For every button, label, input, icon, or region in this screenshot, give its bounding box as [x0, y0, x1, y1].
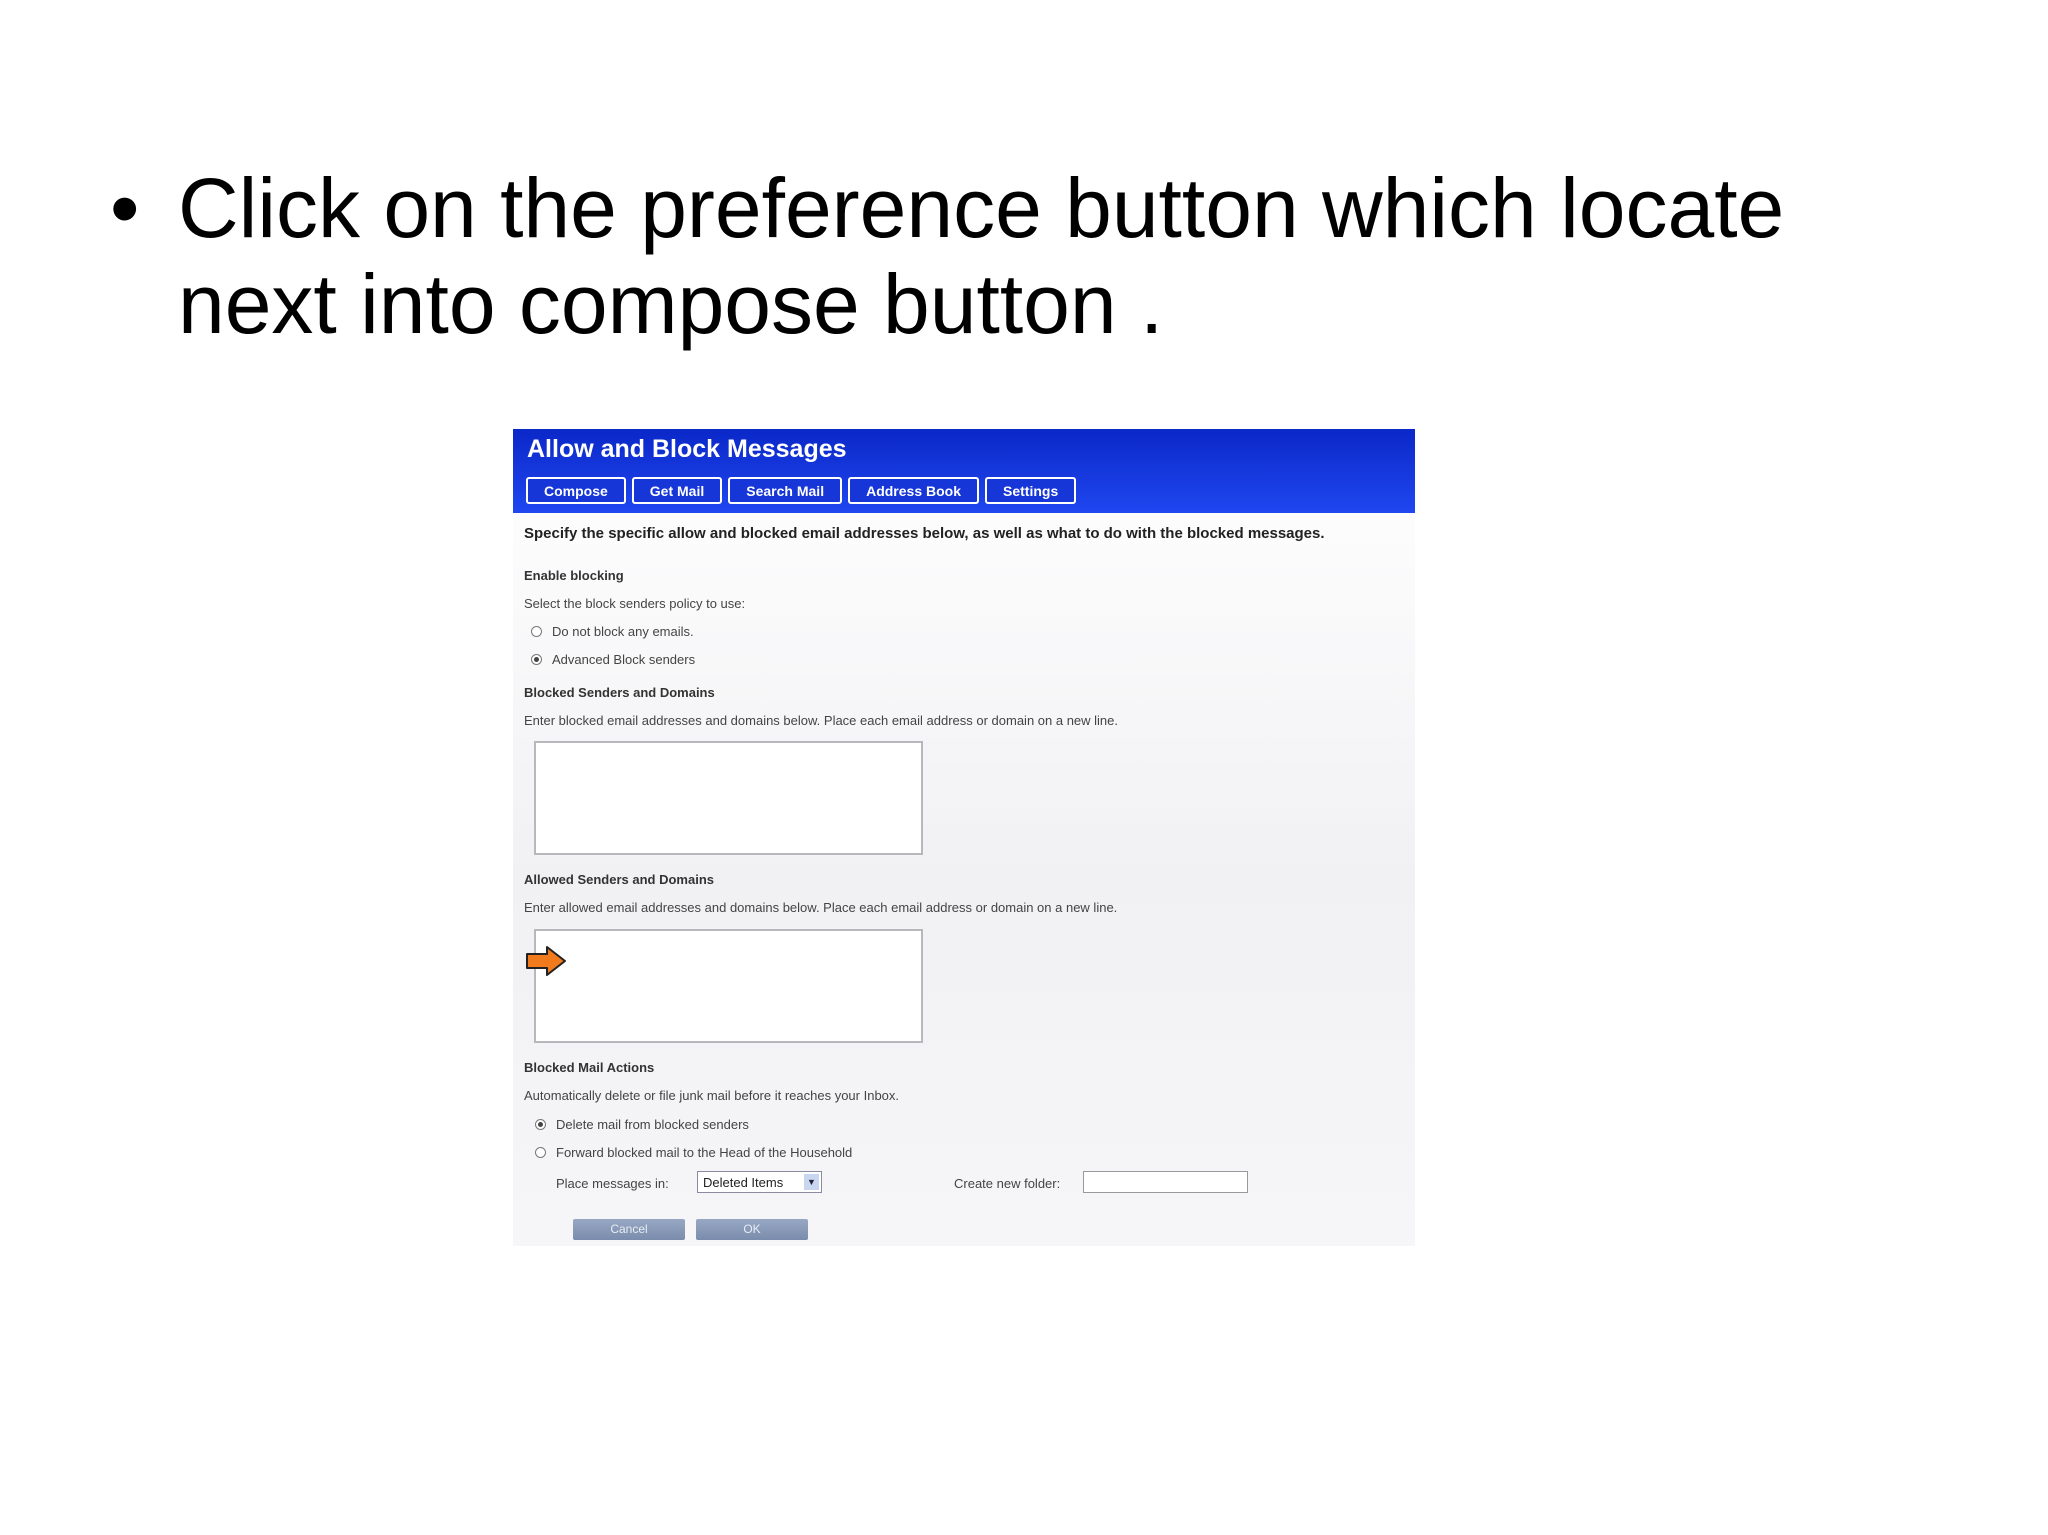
- slide-instruction: • Click on the preference button which l…: [110, 160, 1930, 352]
- blocked-senders-help: Enter blocked email addresses and domain…: [524, 713, 1119, 728]
- toolbar: Compose Get Mail Search Mail Address Boo…: [526, 477, 1077, 506]
- blocked-mail-actions-heading: Blocked Mail Actions: [524, 1060, 655, 1075]
- instruction-line-2: next into compose button .: [178, 257, 1164, 351]
- blocked-mail-actions-help: Automatically delete or file junk mail b…: [524, 1088, 900, 1103]
- allow-block-window: Allow and Block Messages Compose Get Mai…: [513, 429, 1415, 1246]
- radio-advanced-block-label: Advanced Block senders: [552, 652, 696, 667]
- radio-forward-mail-label: Forward blocked mail to the Head of the …: [556, 1145, 853, 1160]
- compose-button[interactable]: Compose: [526, 477, 626, 504]
- address-book-button[interactable]: Address Book: [848, 477, 980, 504]
- search-mail-button[interactable]: Search Mail: [728, 477, 843, 504]
- ok-button[interactable]: OK: [696, 1219, 808, 1240]
- cancel-button[interactable]: Cancel: [573, 1219, 685, 1240]
- window-title: Allow and Block Messages: [527, 435, 847, 463]
- place-messages-select[interactable]: Deleted Items ▼: [697, 1171, 822, 1193]
- radio-forward-mail-dot[interactable]: [535, 1147, 546, 1158]
- blocking-prompt: Select the block senders policy to use:: [524, 596, 746, 611]
- place-messages-label: Place messages in:: [556, 1176, 669, 1191]
- radio-advanced-block[interactable]: Advanced Block senders: [531, 652, 695, 667]
- radio-advanced-block-dot[interactable]: [531, 654, 542, 665]
- allowed-senders-help: Enter allowed email addresses and domain…: [524, 900, 1118, 915]
- radio-delete-mail-label: Delete mail from blocked senders: [556, 1117, 749, 1132]
- radio-no-block-dot[interactable]: [531, 626, 542, 637]
- create-folder-input[interactable]: [1083, 1171, 1248, 1193]
- intro-text: Specify the specific allow and blocked e…: [524, 525, 1325, 542]
- instruction-line-1: Click on the preference button which loc…: [178, 161, 1785, 255]
- settings-button[interactable]: Settings: [985, 477, 1077, 504]
- place-messages-value: Deleted Items: [703, 1174, 784, 1190]
- get-mail-button[interactable]: Get Mail: [631, 477, 723, 504]
- allowed-senders-heading: Allowed Senders and Domains: [524, 872, 714, 887]
- blocked-senders-heading: Blocked Senders and Domains: [524, 685, 715, 700]
- radio-no-block-label: Do not block any emails.: [552, 624, 694, 639]
- enable-blocking-heading: Enable blocking: [524, 568, 624, 583]
- radio-delete-mail-dot[interactable]: [535, 1119, 546, 1130]
- radio-forward-mail[interactable]: Forward blocked mail to the Head of the …: [535, 1145, 852, 1160]
- radio-delete-mail[interactable]: Delete mail from blocked senders: [535, 1117, 749, 1132]
- blocked-senders-textarea[interactable]: [534, 741, 923, 855]
- radio-no-block[interactable]: Do not block any emails.: [531, 624, 694, 639]
- window-header: Allow and Block Messages Compose Get Mai…: [513, 429, 1415, 513]
- allowed-senders-textarea[interactable]: [534, 929, 923, 1043]
- arrow-right-icon: [526, 946, 566, 976]
- bullet: •: [110, 161, 140, 255]
- create-folder-label: Create new folder:: [954, 1176, 1061, 1191]
- chevron-down-icon[interactable]: ▼: [804, 1174, 819, 1190]
